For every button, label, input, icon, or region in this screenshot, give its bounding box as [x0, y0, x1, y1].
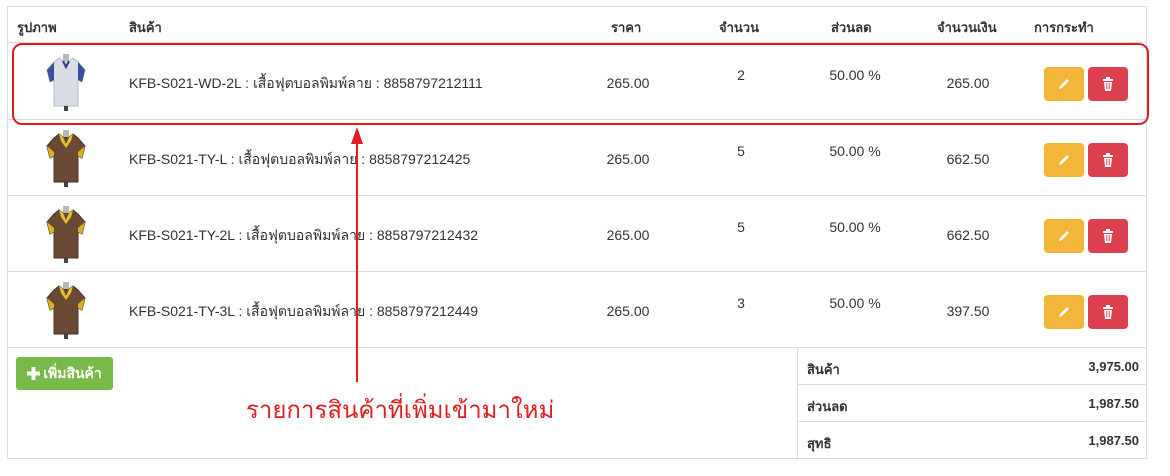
- annotation-arrow: [351, 127, 363, 382]
- annotation-text: รายการสินค้าที่เพิ่มเข้ามาใหม่: [246, 397, 555, 424]
